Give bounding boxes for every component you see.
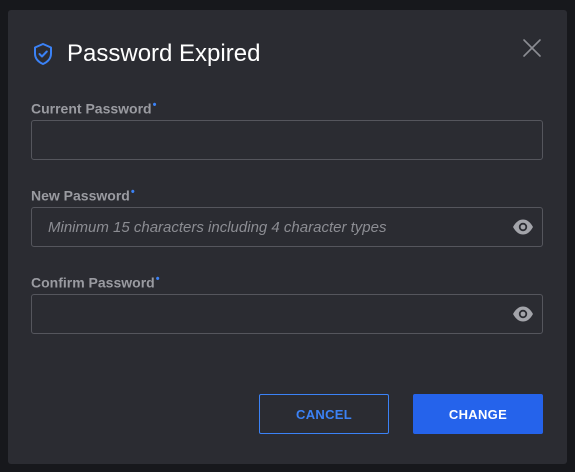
dialog-title: Password Expired: [67, 40, 261, 67]
confirm-password-label-text: Confirm Password: [31, 274, 155, 291]
eye-icon[interactable]: [512, 218, 534, 236]
eye-icon[interactable]: [512, 305, 534, 323]
confirm-password-field: [31, 294, 543, 334]
cancel-button[interactable]: CANCEL: [259, 394, 389, 434]
confirm-password-label: Confirm Password•: [31, 270, 160, 292]
confirm-password-input[interactable]: [32, 295, 502, 333]
new-password-field: [31, 207, 543, 247]
required-indicator: •: [152, 99, 157, 111]
current-password-input[interactable]: [32, 121, 502, 159]
shield-check-icon: [32, 42, 54, 66]
current-password-label: Current Password•: [31, 96, 156, 118]
close-icon[interactable]: [522, 38, 542, 58]
required-indicator: •: [130, 186, 135, 198]
change-button[interactable]: CHANGE: [413, 394, 543, 434]
required-indicator: •: [155, 273, 160, 285]
current-password-field: [31, 120, 543, 160]
password-expired-dialog: Password Expired Current Password• New P…: [8, 10, 567, 464]
new-password-label-text: New Password: [31, 187, 130, 204]
current-password-label-text: Current Password: [31, 100, 152, 117]
new-password-label: New Password•: [31, 183, 135, 205]
new-password-input[interactable]: [32, 208, 502, 246]
